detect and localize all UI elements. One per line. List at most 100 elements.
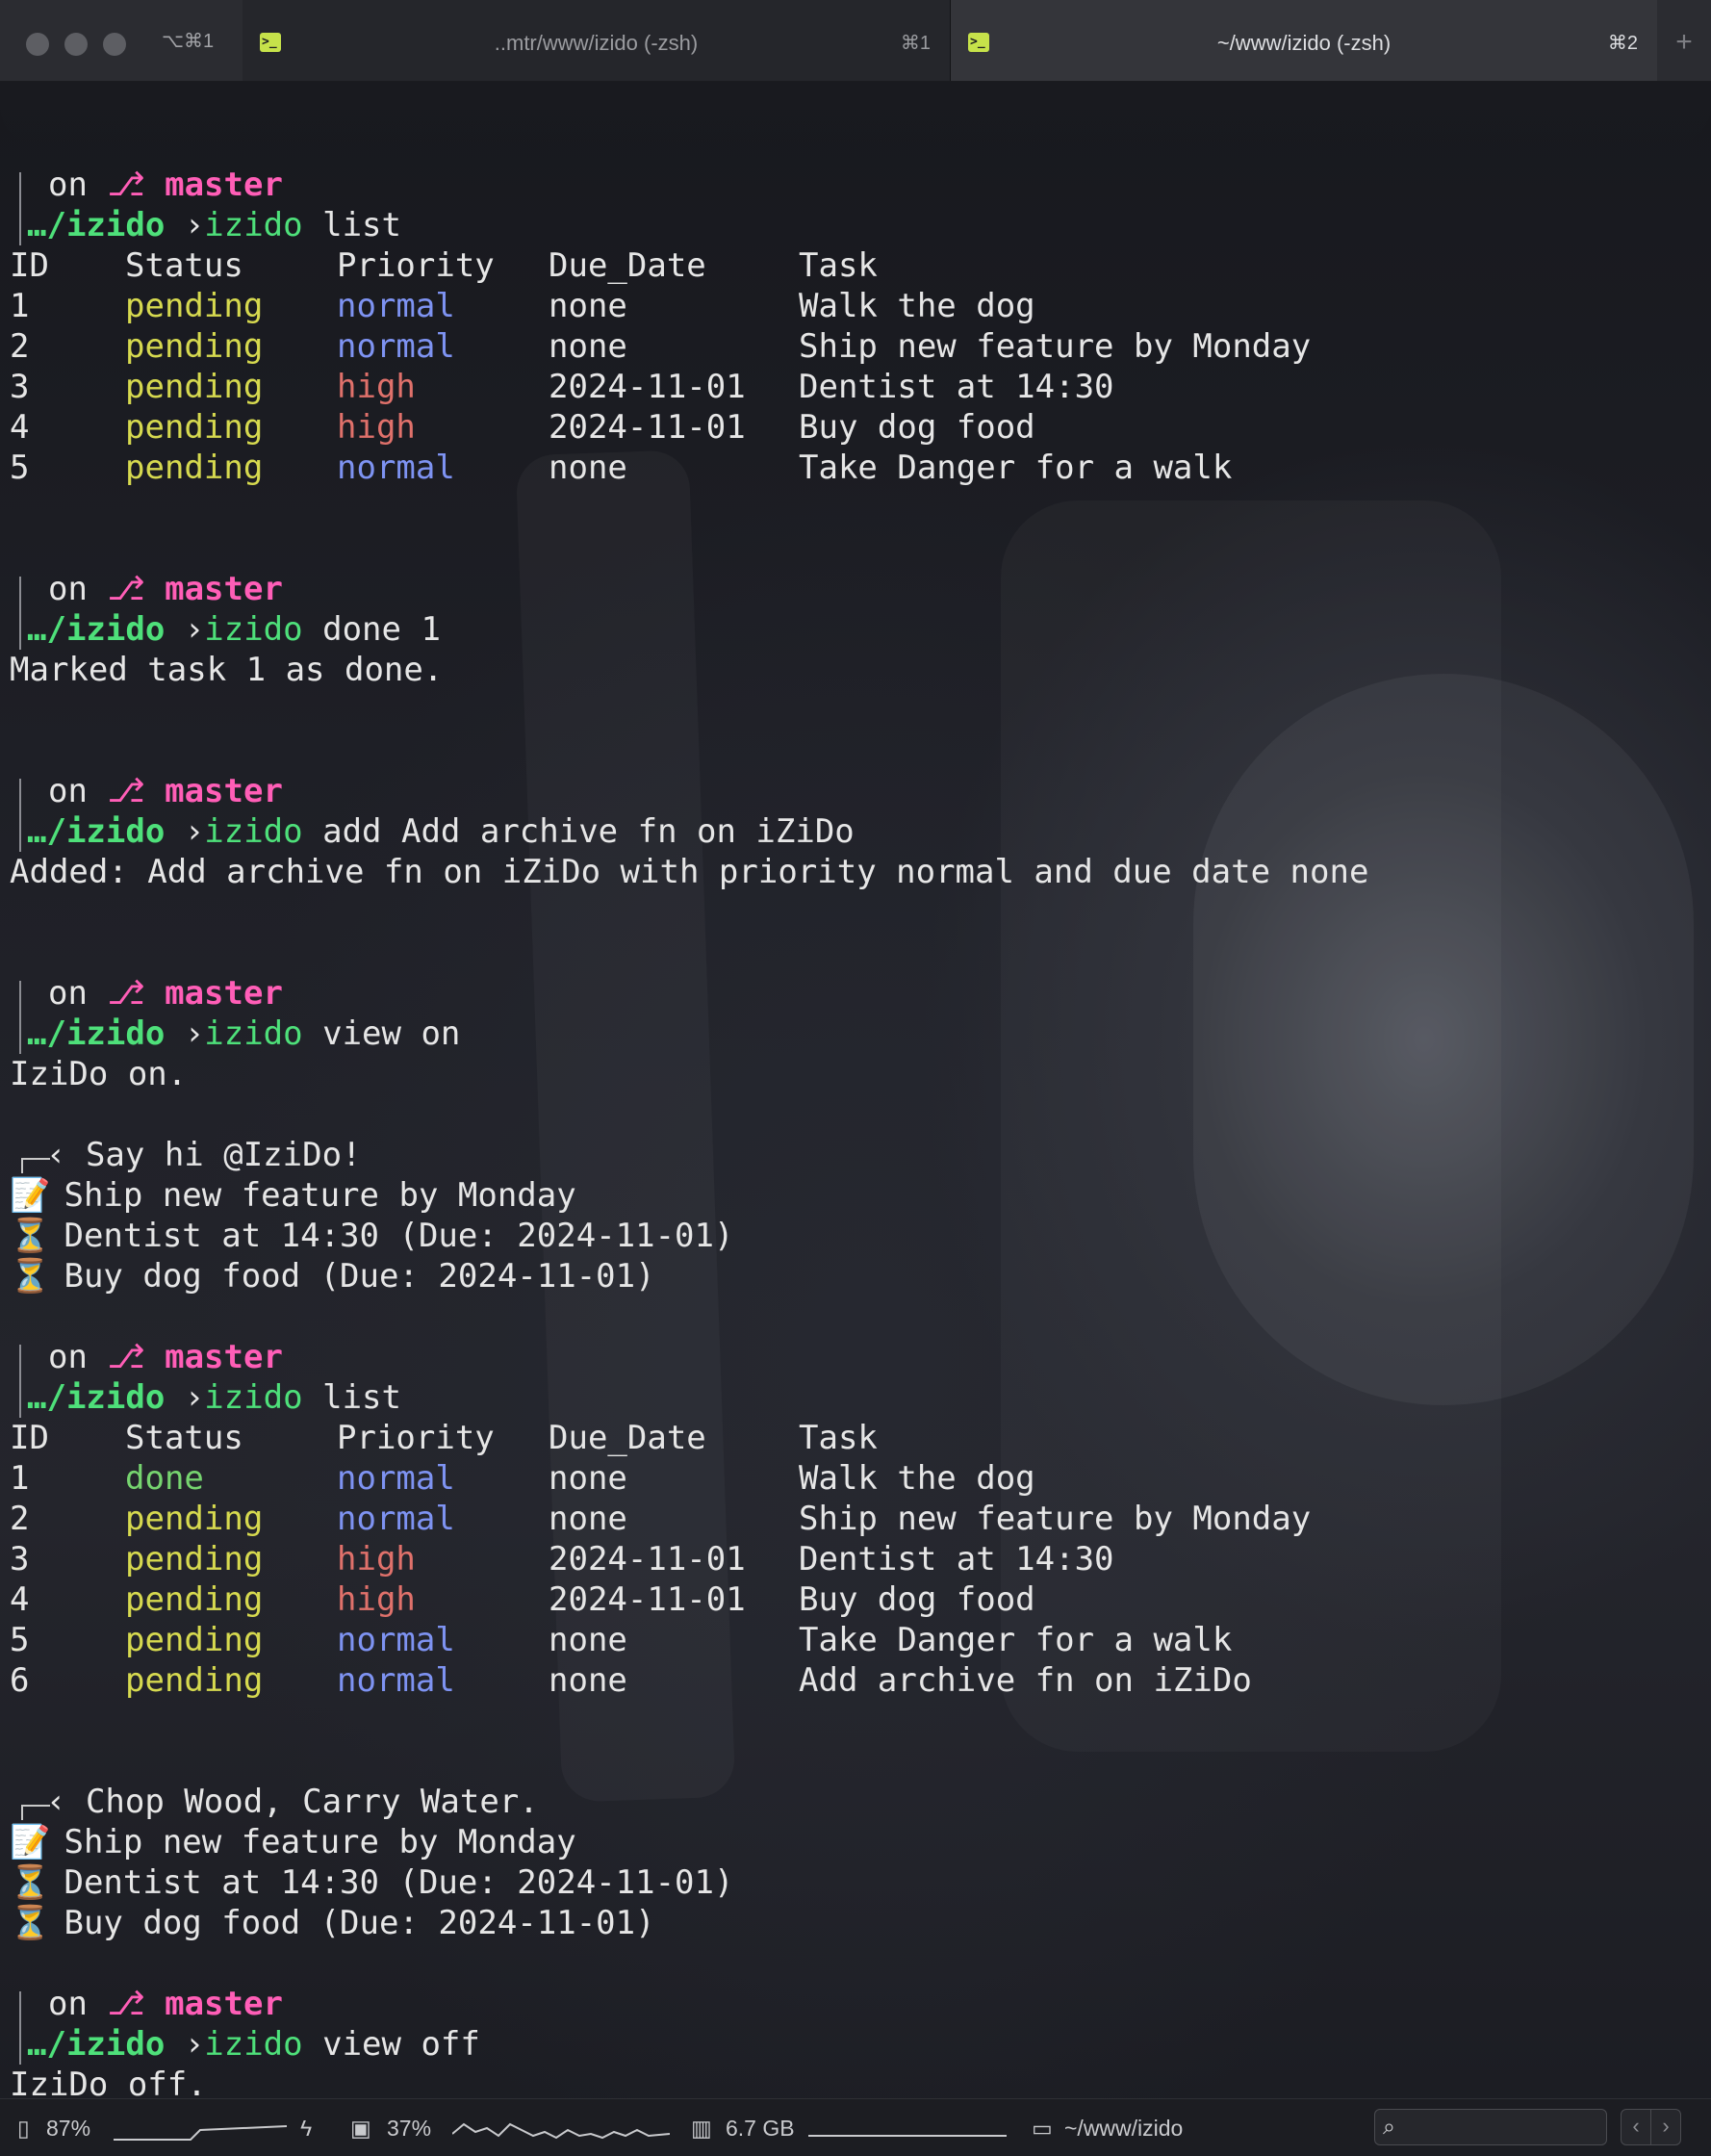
memory-usage: 6.7 GB xyxy=(726,2116,795,2141)
table-cell-status: pending xyxy=(125,1500,264,1538)
zoom-window-button[interactable] xyxy=(103,33,126,56)
view-item-text: Buy dog food (Due: 2024-11-01) xyxy=(64,1904,655,1942)
table-cell-task: Ship new feature by Monday xyxy=(799,327,1312,366)
table-cell-task: Take Danger for a walk xyxy=(799,449,1233,487)
terminal-output[interactable]: on ⎇ master …/izido ›izido list ID Status Pr… xyxy=(0,81,1711,2104)
table-cell-priority: normal xyxy=(337,1459,455,1498)
prompt-on-label: on xyxy=(48,974,88,1013)
command-args: done 1 xyxy=(302,610,441,649)
tab-shortcut: ⌘2 xyxy=(1607,33,1638,54)
git-branch-name: master xyxy=(165,1338,283,1376)
table-header: Status xyxy=(125,1419,243,1457)
table-cell-status: pending xyxy=(125,327,264,366)
table-header: Priority xyxy=(337,246,495,285)
table-cell-due: none xyxy=(549,1500,627,1538)
command-name: izido xyxy=(204,1014,303,1053)
prompt-on-label: on xyxy=(48,1338,88,1376)
table-cell-status: done xyxy=(125,1459,204,1498)
memory-icon: ▥ xyxy=(691,2116,712,2141)
prompt-chevron: › xyxy=(184,206,205,244)
git-branch-icon: ⎇ xyxy=(107,570,145,608)
window-shortcut-label: ⌥⌘1 xyxy=(162,31,215,52)
git-branch-name: master xyxy=(165,166,283,204)
command-output: Added: Add archive fn on iZiDo with prio… xyxy=(10,853,1369,891)
memory-sparkline xyxy=(808,2135,1007,2137)
git-branch-icon: ⎇ xyxy=(107,1338,145,1376)
prompt-bar xyxy=(19,1991,21,2065)
table-cell-priority: high xyxy=(337,1580,416,1619)
command-name: izido xyxy=(204,2025,303,2064)
hourglass-icon: ⏳ xyxy=(10,1217,51,1255)
tab-shortcut: ⌘1 xyxy=(900,33,931,54)
table-cell-priority: normal xyxy=(337,449,455,487)
table-header: Priority xyxy=(337,1419,495,1457)
prompt-chevron: › xyxy=(184,812,205,851)
git-branch-icon: ⎇ xyxy=(107,1985,145,2023)
table-cell-id: 2 xyxy=(10,1500,30,1538)
prev-button[interactable]: ‹ xyxy=(1621,2109,1651,2145)
table-cell-id: 4 xyxy=(10,408,30,447)
table-cell-task: Dentist at 14:30 xyxy=(799,1540,1114,1578)
table-header: ID xyxy=(10,246,49,285)
table-cell-due: 2024-11-01 xyxy=(549,1540,746,1578)
git-branch-name: master xyxy=(165,1985,283,2023)
command-line: …/izido ›izido done 1 xyxy=(27,609,441,650)
prompt-bar xyxy=(19,779,21,852)
tab-title: ..mtr/www/izido (-zsh) xyxy=(494,31,699,55)
search-input[interactable]: ⌕ xyxy=(1374,2109,1607,2145)
command-name: izido xyxy=(204,206,303,244)
prompt-path: …/izido xyxy=(27,2025,166,2064)
table-cell-id: 1 xyxy=(10,1459,30,1498)
table-cell-due: 2024-11-01 xyxy=(549,408,746,447)
view-item: ⏳ Dentist at 14:30 (Due: 2024-11-01) xyxy=(10,1216,733,1256)
table-cell-status: pending xyxy=(125,1661,264,1700)
prompt-bar xyxy=(19,577,21,650)
tab-1[interactable]: >_ ..mtr/www/izido (-zsh) ⌘1 xyxy=(243,0,951,81)
table-header: Task xyxy=(799,246,878,285)
prompt-path: …/izido xyxy=(27,610,166,649)
table-cell-priority: normal xyxy=(337,287,455,325)
prompt-on-label: on xyxy=(48,772,88,810)
close-window-button[interactable] xyxy=(26,33,49,56)
view-item-text: Dentist at 14:30 (Due: 2024-11-01) xyxy=(64,1217,734,1255)
minimize-window-button[interactable] xyxy=(64,33,88,56)
status-bar: ▯ 87% ϟ ▣ 37% ▥ 6.7 GB ▭ ~/www/izido ⌕ ‹… xyxy=(0,2098,1711,2156)
prompt-on-label: on xyxy=(48,570,88,608)
table-cell-priority: high xyxy=(337,1540,416,1578)
table-cell-due: none xyxy=(549,327,627,366)
prompt-chevron: › xyxy=(184,1378,205,1417)
command-args: view on xyxy=(302,1014,461,1053)
prompt-chevron: › xyxy=(184,2025,205,2064)
table-cell-task: Take Danger for a walk xyxy=(799,1621,1233,1659)
tab-2-active[interactable]: >_ ~/www/izido (-zsh) ⌘2 xyxy=(951,0,1657,81)
view-item: ⏳ Dentist at 14:30 (Due: 2024-11-01) xyxy=(10,1862,733,1903)
table-cell-task: Buy dog food xyxy=(799,1580,1035,1619)
table-cell-priority: high xyxy=(337,408,416,447)
table-cell-priority: normal xyxy=(337,1621,455,1659)
memo-icon: 📝 xyxy=(10,1176,51,1215)
git-branch-name: master xyxy=(165,772,283,810)
view-item: 📝 Ship new feature by Monday xyxy=(10,1175,576,1216)
table-cell-status: pending xyxy=(125,1540,264,1578)
memo-icon: 📝 xyxy=(10,1823,51,1861)
prompt-line: on ⎇ master xyxy=(48,771,283,811)
git-branch-icon: ⎇ xyxy=(107,772,145,810)
git-branch-name: master xyxy=(165,974,283,1013)
cpu-sparkline xyxy=(452,2122,670,2140)
view-item: 📝 Ship new feature by Monday xyxy=(10,1822,576,1862)
table-cell-status: pending xyxy=(125,1621,264,1659)
prompt-path: …/izido xyxy=(27,812,166,851)
view-item: ⏳ Buy dog food (Due: 2024-11-01) xyxy=(10,1903,655,1943)
table-cell-task: Walk the dog xyxy=(799,1459,1035,1498)
folder-icon: ▭ xyxy=(1032,2116,1053,2141)
prompt-on-label: on xyxy=(48,1985,88,2023)
prompt-bar xyxy=(19,981,21,1054)
hourglass-icon: ⏳ xyxy=(10,1257,51,1296)
table-cell-priority: normal xyxy=(337,1661,455,1700)
new-tab-button[interactable]: + xyxy=(1657,0,1711,81)
prompt-chevron: › xyxy=(184,1014,205,1053)
next-button[interactable]: › xyxy=(1650,2109,1681,2145)
table-cell-due: 2024-11-01 xyxy=(549,1580,746,1619)
prompt-bar xyxy=(19,1345,21,1418)
table-cell-task: Dentist at 14:30 xyxy=(799,368,1114,406)
